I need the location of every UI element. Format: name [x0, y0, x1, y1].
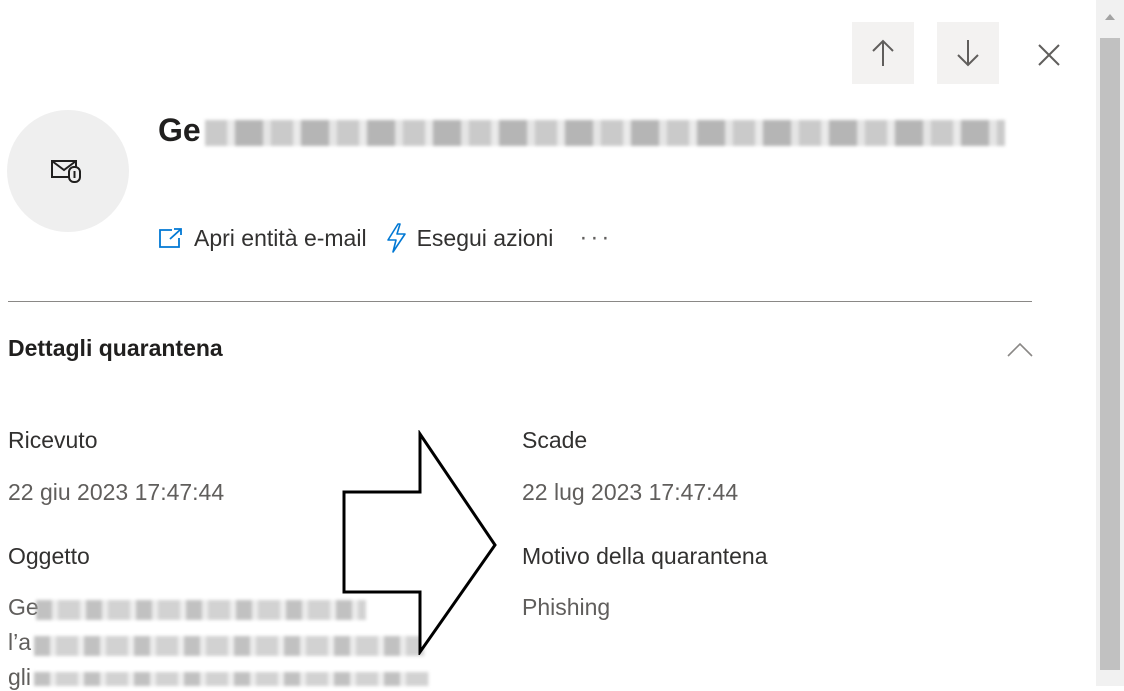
- received-value: 22 giu 2023 17:47:44: [8, 479, 225, 505]
- section-title: Dettagli quarantena: [8, 335, 223, 361]
- subject-line-1: Ge: [8, 594, 39, 620]
- close-button[interactable]: [1024, 26, 1074, 84]
- action-bar: Apri entità e-mail Esegui azioni ···: [158, 215, 612, 261]
- next-item-button[interactable]: [937, 22, 999, 84]
- triangle-up-icon: [1105, 14, 1115, 20]
- email-title: Ge: [158, 112, 1005, 149]
- reason-value: Phishing: [522, 594, 611, 620]
- redacted-text: [204, 119, 1005, 146]
- subject-line-2: l’a: [8, 629, 32, 655]
- collapse-section-button[interactable]: [998, 330, 1042, 370]
- subject-label: Oggetto: [8, 543, 90, 569]
- lightning-icon: [386, 223, 406, 253]
- scroll-up-button[interactable]: [1096, 0, 1124, 34]
- arrow-up-icon: [872, 39, 894, 66]
- more-options-button[interactable]: ···: [579, 224, 612, 252]
- subject-line-3: gli: [8, 664, 32, 690]
- divider: [8, 301, 1032, 302]
- open-email-entity-label: Apri entità e-mail: [194, 224, 367, 251]
- scrollbar-thumb[interactable]: [1100, 38, 1120, 670]
- redacted-text: [36, 600, 366, 620]
- expires-value: 22 lug 2023 17:47:44: [522, 479, 739, 505]
- open-email-entity-button[interactable]: Apri entità e-mail: [158, 225, 367, 252]
- avatar: [7, 110, 129, 232]
- take-actions-label: Esegui azioni: [416, 224, 554, 251]
- arrow-down-icon: [957, 40, 979, 67]
- reason-label: Motivo della quarantena: [522, 543, 768, 569]
- email-title-text: Ge: [158, 112, 201, 148]
- redacted-text: [34, 672, 429, 686]
- take-actions-button[interactable]: Esegui azioni: [385, 223, 554, 253]
- open-external-icon: [159, 228, 182, 248]
- previous-item-button[interactable]: [852, 22, 914, 84]
- annotation-arrow: [342, 430, 497, 655]
- received-label: Ricevuto: [8, 427, 98, 453]
- close-icon: [1038, 44, 1060, 66]
- chevron-up-icon: [1007, 342, 1033, 357]
- expires-label: Scade: [522, 427, 588, 453]
- mail-attachment-icon: [51, 160, 81, 183]
